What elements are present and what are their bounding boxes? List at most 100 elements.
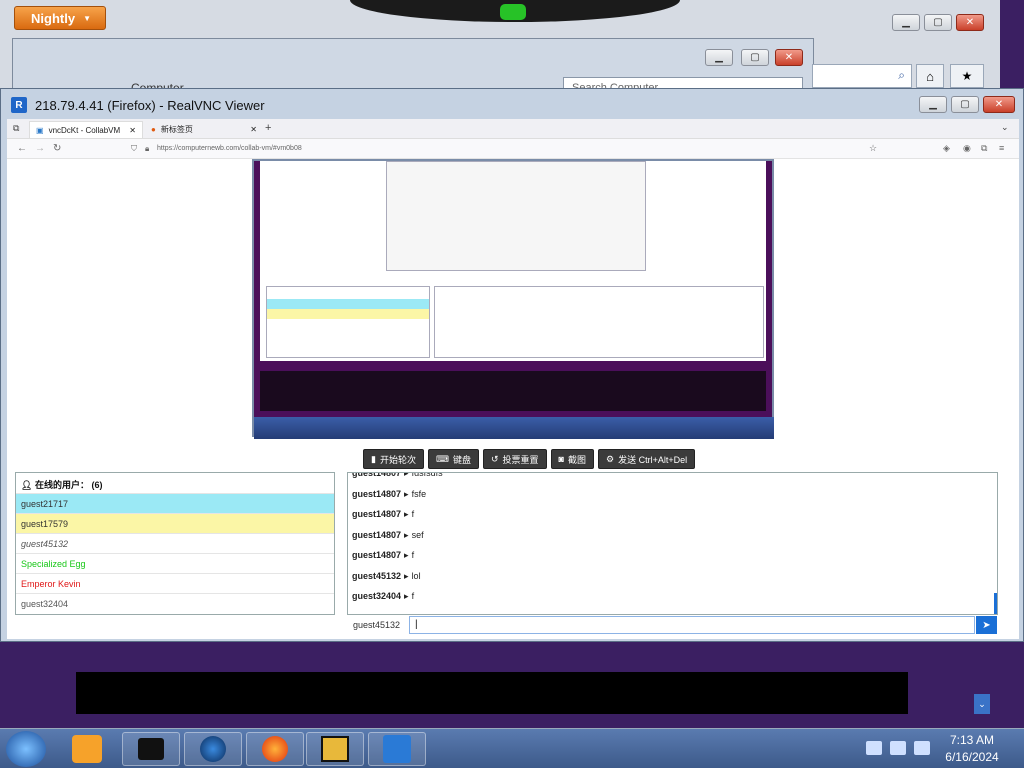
shield-icon[interactable]: ⛉ [131, 144, 137, 154]
monitor-icon: ▣ [36, 125, 44, 135]
chat-separator: ▸ [404, 591, 409, 601]
search-icon: ⌕ [898, 68, 905, 82]
bookmark-star-icon[interactable]: ☆ [869, 143, 877, 154]
de-app-icon [321, 736, 349, 762]
user-icon: 👤︎ [21, 480, 33, 490]
tab-close-icon[interactable]: ✕ [250, 125, 257, 134]
clock-time: 7:13 AM [949, 733, 995, 747]
local-scroll-down-icon[interactable]: ⌄ [974, 694, 990, 714]
vnc-minimize-button[interactable]: ▁ [919, 96, 947, 113]
back-icon[interactable]: ← [17, 143, 27, 154]
send-icon[interactable]: ➤ [976, 616, 997, 634]
tab-collabvm[interactable]: ▣ vncDcKt - CollabVM ✕ [29, 121, 143, 138]
user-name: Specialized Egg [21, 559, 86, 569]
vnc-close-button[interactable]: ✕ [983, 96, 1015, 113]
clock[interactable]: 7:13 AM 6/16/2024 [930, 732, 1014, 766]
user-row[interactable]: Specialized Egg [16, 553, 334, 573]
vm-screen[interactable] [252, 159, 774, 439]
chat-user: guest14807 [352, 472, 402, 478]
take-turn-button[interactable]: ▮ 开始轮次 [363, 449, 424, 469]
button-label: 键盘 [452, 454, 471, 465]
realvnc-logo-icon: R [11, 97, 27, 113]
explorer-minimize-button[interactable]: ▁ [705, 49, 733, 66]
users-list: guest21717 guest17579 guest45132 Specialize… [16, 493, 334, 613]
user-row[interactable]: Emperor Kevin [16, 573, 334, 593]
tray-network-icon[interactable] [890, 741, 906, 755]
user-row[interactable]: guest32404 [16, 593, 334, 613]
realvnc-icon [383, 735, 411, 763]
tab-new-tab[interactable]: ● 新标签页 ✕ [145, 121, 263, 138]
user-row[interactable]: guest17579 [16, 513, 334, 533]
explorer-close-button[interactable]: ✕ [775, 49, 803, 66]
nightly-menu-button[interactable]: Nightly ▼ [14, 6, 106, 30]
chat-message: guest32404 ▸ f [348, 586, 997, 607]
explorer-maximize-button[interactable]: ▢ [741, 49, 769, 66]
tab-close-icon[interactable]: ✕ [129, 126, 136, 135]
lock-icon: 🔒︎ [145, 144, 150, 153]
chat-separator: ▸ [404, 472, 409, 478]
tray-volume-icon[interactable] [914, 741, 930, 755]
start-button[interactable] [6, 731, 46, 767]
chat-input-row: guest45132 | ➤ [347, 615, 998, 635]
extensions-icon[interactable]: ⧉ [981, 143, 987, 154]
chat-text: f [411, 591, 415, 601]
taskbar-app-terminal[interactable] [122, 732, 180, 766]
ctrl-alt-del-button[interactable]: ⚙ 发送 Ctrl+Alt+Del [598, 449, 696, 469]
gear-icon: ⚙ [606, 453, 615, 464]
status-led-icon [500, 4, 526, 20]
nested-panel [386, 161, 646, 271]
vm-nested-content [260, 161, 766, 361]
minimize-button[interactable]: ▁ [892, 14, 920, 31]
globe-icon [200, 736, 226, 762]
taskbar-app-globe[interactable] [184, 732, 242, 766]
chat-separator: ▸ [404, 509, 409, 519]
media-player-icon[interactable] [72, 735, 102, 763]
user-row[interactable]: guest21717 [16, 493, 334, 513]
chat-text: lol [411, 570, 421, 581]
reset-icon: ↺ [490, 453, 499, 464]
chat-message: guest45132 ▸ lol [348, 566, 997, 587]
chat-message: guest14807 ▸ f [348, 504, 997, 525]
reload-icon[interactable]: ↻ [53, 143, 61, 154]
vote-reset-button[interactable]: ↺ 投票重置 [482, 449, 547, 469]
chat-message: guest14807 ▸ sef [348, 525, 997, 546]
vm-taskbar [254, 417, 774, 439]
vnc-viewer-window: R 218.79.4.41 (Firefox) - RealVNC Viewer… [0, 88, 1024, 642]
tab-list-icon[interactable]: ⧉ [13, 123, 19, 134]
chat-user: guest14807 [352, 550, 402, 560]
home-icon[interactable]: ⌂ [916, 64, 944, 88]
users-header: 👤︎ 在线的用户： (6) [16, 473, 334, 493]
chevron-down-icon: ▼ [83, 13, 91, 23]
taskbar-app-firefox[interactable] [246, 732, 304, 766]
url-field[interactable]: https://computernewb.com/collab-vm/#vm0b… [157, 145, 302, 152]
chat-scrollbar[interactable] [994, 593, 997, 614]
nav-bar: ← → ↻ ⛉ 🔒︎ https://computernewb.com/coll… [7, 139, 1019, 159]
chat-message-input[interactable]: | [409, 616, 975, 634]
new-tab-button[interactable]: + [265, 122, 271, 134]
bookmark-star-icon[interactable]: ★ [950, 64, 984, 88]
local-search-input[interactable]: ⌕ [812, 64, 912, 88]
user-row[interactable]: guest45132 [16, 533, 334, 553]
chat-panel: guest14807 ▸ fdsfsdfs guest14807 ▸ fsfe guest1… [347, 472, 998, 615]
user-name: guest32404 [21, 599, 69, 609]
taskbar-app-de[interactable] [306, 732, 364, 766]
account-icon[interactable]: ◉ [963, 143, 971, 154]
tray-app-icon[interactable] [866, 741, 882, 755]
pocket-icon[interactable]: ◈ [943, 143, 950, 154]
tab-label: 新标签页 [160, 125, 193, 134]
chat-user: guest45132 [352, 570, 402, 581]
chevron-down-icon[interactable]: ⌄ [1001, 122, 1009, 133]
screenshot-button[interactable]: ◙ 截图 [550, 449, 594, 469]
stop-icon: ▮ [371, 453, 376, 464]
vnc-maximize-button[interactable]: ▢ [951, 96, 979, 113]
close-button[interactable]: ✕ [956, 14, 984, 31]
taskbar: 7:13 AM 6/16/2024 [0, 728, 1024, 768]
keyboard-button[interactable]: ⌨ 键盘 [427, 449, 479, 469]
vm-black-bar [260, 371, 766, 411]
user-name: Emperor Kevin [21, 579, 81, 589]
keyboard-icon: ⌨ [435, 453, 449, 464]
taskbar-app-realvnc[interactable] [368, 732, 426, 766]
forward-icon[interactable]: → [35, 143, 45, 154]
menu-icon[interactable]: ≡ [999, 143, 1004, 153]
maximize-button[interactable]: ▢ [924, 14, 952, 31]
